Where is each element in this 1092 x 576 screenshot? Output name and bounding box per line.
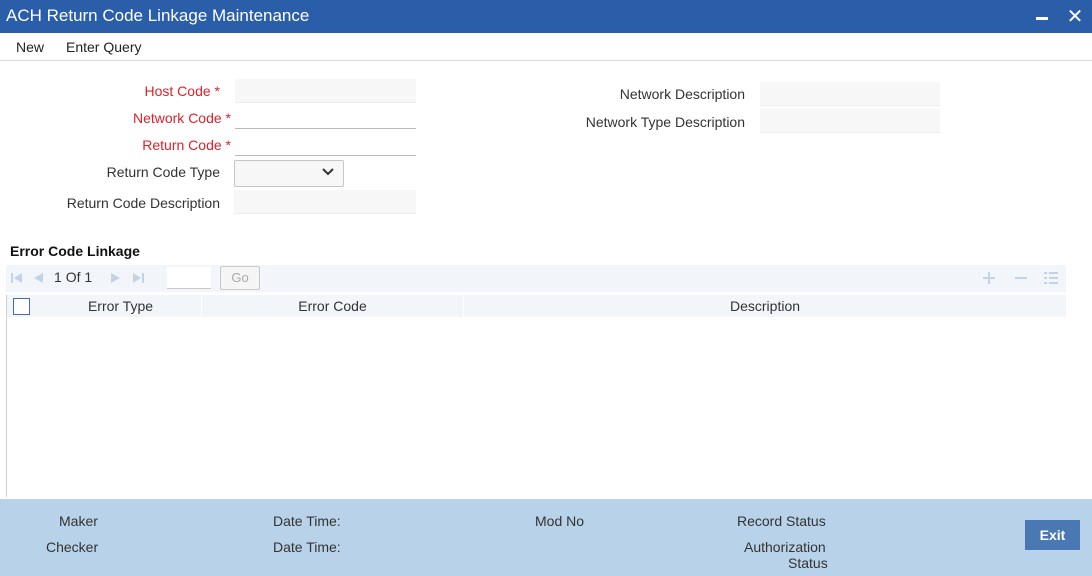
return-code-label: Return Code * bbox=[142, 137, 231, 153]
window-title: ACH Return Code Linkage Maintenance bbox=[6, 6, 310, 25]
required-mark: * bbox=[225, 110, 231, 126]
grid-border bbox=[6, 295, 7, 497]
column-header-error-code[interactable]: Error Code bbox=[202, 295, 464, 317]
network-description-input[interactable] bbox=[760, 82, 940, 106]
next-page-icon[interactable] bbox=[109, 271, 123, 285]
new-menu-item[interactable]: New bbox=[16, 39, 44, 55]
network-code-label-text: Network Code bbox=[132, 110, 222, 126]
return-code-label-text: Return Code bbox=[142, 137, 222, 153]
required-mark: * bbox=[214, 83, 220, 99]
add-row-icon[interactable] bbox=[980, 269, 998, 287]
return-code-description-label: Return Code Description bbox=[66, 195, 220, 211]
grid-body bbox=[6, 317, 1066, 497]
return-code-type-label: Return Code Type bbox=[106, 164, 220, 180]
page-of-label: Of bbox=[65, 269, 81, 285]
checker-label: Checker bbox=[46, 539, 99, 555]
title-bar: ACH Return Code Linkage Maintenance ✕ bbox=[0, 0, 1092, 33]
delete-row-icon[interactable] bbox=[1012, 269, 1030, 287]
close-icon[interactable]: ✕ bbox=[1064, 4, 1086, 28]
return-code-type-select[interactable] bbox=[234, 160, 344, 187]
current-page: 1 bbox=[54, 269, 62, 285]
last-page-icon[interactable] bbox=[131, 271, 145, 285]
host-code-label: Host Code * bbox=[145, 83, 221, 99]
grid-header: Error Type Error Code Description bbox=[6, 295, 1066, 317]
network-code-label: Network Code * bbox=[133, 110, 231, 126]
mod-no-label: Mod No bbox=[535, 513, 585, 529]
network-code-input[interactable] bbox=[235, 105, 416, 129]
page-indicator: 1 Of 1 bbox=[54, 269, 92, 285]
column-header-error-type[interactable]: Error Type bbox=[40, 295, 202, 317]
grid-pager: 1 Of 1 Go bbox=[6, 265, 1066, 292]
record-status-label: Record Status bbox=[737, 513, 826, 529]
select-all-checkbox[interactable] bbox=[13, 298, 30, 315]
column-header-description[interactable]: Description bbox=[464, 295, 1066, 317]
host-code-label-text: Host Code bbox=[144, 83, 211, 99]
maker-date-time-label: Date Time: bbox=[273, 513, 341, 529]
maker-label: Maker bbox=[59, 513, 98, 529]
return-code-input[interactable] bbox=[235, 132, 416, 156]
audit-footer: Maker Checker Date Time: Date Time: Mod … bbox=[0, 499, 1092, 576]
single-view-icon[interactable] bbox=[1042, 269, 1060, 287]
chevron-down-icon bbox=[322, 168, 334, 176]
network-description-label: Network Description bbox=[619, 86, 745, 102]
total-pages: 1 bbox=[84, 269, 93, 285]
host-code-input[interactable] bbox=[235, 79, 416, 103]
page-number-input[interactable] bbox=[167, 267, 211, 289]
authorization-status-label: Status bbox=[788, 555, 828, 571]
required-mark: * bbox=[225, 137, 231, 153]
error-code-linkage-title: Error Code Linkage bbox=[10, 243, 140, 259]
checker-date-time-label: Date Time: bbox=[273, 539, 341, 555]
menu-bar: New Enter Query bbox=[0, 33, 1092, 61]
enter-query-menu-item[interactable]: Enter Query bbox=[66, 39, 141, 55]
first-page-icon[interactable] bbox=[10, 271, 24, 285]
return-code-description-input[interactable] bbox=[234, 190, 416, 214]
authorization-label: Authorization bbox=[744, 539, 826, 555]
go-button[interactable]: Go bbox=[220, 266, 260, 290]
network-type-description-label: Network Type Description bbox=[585, 114, 745, 130]
exit-button[interactable]: Exit bbox=[1025, 520, 1080, 550]
network-type-description-input[interactable] bbox=[760, 109, 940, 133]
minimize-icon[interactable] bbox=[1031, 4, 1053, 28]
previous-page-icon[interactable] bbox=[31, 271, 45, 285]
